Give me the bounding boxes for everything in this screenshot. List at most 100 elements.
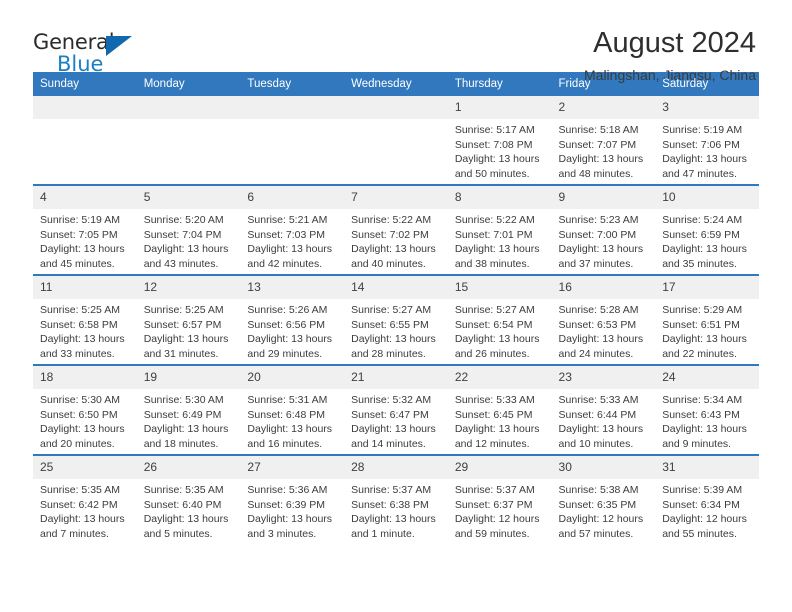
sunset-text: Sunset: 6:57 PM <box>143 318 222 331</box>
day-cell[interactable]: 9 Sunrise: 5:23 AM Sunset: 7:00 PM Daylight… <box>551 184 656 275</box>
sunrise-text: Sunrise: 5:32 AM <box>351 394 432 406</box>
sunrise-text: Sunrise: 5:18 AM <box>558 124 639 136</box>
day-cell[interactable] <box>33 96 137 185</box>
day-details: Sunrise: 5:19 AM Sunset: 7:05 PM Daylight:… <box>33 209 137 271</box>
day-cell[interactable]: 1 Sunrise: 5:17 AM Sunset: 7:08 PM Daylight… <box>447 96 552 185</box>
day-cell[interactable]: 16 Sunrise: 5:28 AM Sunset: 6:53 PM Dayligh… <box>551 274 656 365</box>
daylight-text-line2: and 22 minutes. <box>662 347 737 360</box>
brand-name-top: General <box>33 30 115 54</box>
day-details: Sunrise: 5:19 AM Sunset: 7:06 PM Daylight:… <box>655 119 759 181</box>
day-cell[interactable]: 13 Sunrise: 5:26 AM Sunset: 6:56 PM Dayligh… <box>240 274 345 365</box>
day-cell[interactable]: 17 Sunrise: 5:29 AM Sunset: 6:51 PM Dayligh… <box>655 274 759 365</box>
day-cell[interactable]: 11 Sunrise: 5:25 AM Sunset: 6:58 PM Dayligh… <box>33 274 137 365</box>
daylight-text-line1: Daylight: 13 hours <box>143 423 229 436</box>
day-number: 3 <box>655 96 759 119</box>
day-cell[interactable]: 6 Sunrise: 5:21 AM Sunset: 7:03 PM Daylight… <box>240 184 345 275</box>
daylight-text-line1: Daylight: 13 hours <box>558 243 644 256</box>
daylight-text-line1: Daylight: 13 hours <box>558 333 644 346</box>
sunrise-text: Sunrise: 5:26 AM <box>247 304 328 316</box>
day-cell[interactable] <box>136 96 241 185</box>
sunset-text: Sunset: 6:37 PM <box>454 498 533 511</box>
day-cell[interactable]: 23 Sunrise: 5:33 AM Sunset: 6:44 PM Dayligh… <box>551 364 656 455</box>
sunset-text: Sunset: 6:51 PM <box>662 318 740 331</box>
daylight-text-line1: Daylight: 13 hours <box>143 513 229 526</box>
day-cell[interactable]: 12 Sunrise: 5:25 AM Sunset: 6:57 PM Dayligh… <box>136 274 241 365</box>
daylight-text-line2: and 24 minutes. <box>558 347 634 360</box>
day-details: Sunrise: 5:24 AM Sunset: 6:59 PM Daylight:… <box>655 209 759 271</box>
daylight-text-line2: and 26 minutes. <box>454 347 530 360</box>
day-cell[interactable]: 20 Sunrise: 5:31 AM Sunset: 6:48 PM Dayligh… <box>240 364 345 455</box>
day-details: Sunrise: 5:39 AM Sunset: 6:34 PM Daylight:… <box>655 479 759 541</box>
day-cell[interactable]: 18 Sunrise: 5:30 AM Sunset: 6:50 PM Dayligh… <box>33 364 137 455</box>
daylight-text-line1: Daylight: 13 hours <box>454 333 540 346</box>
day-cell[interactable]: 21 Sunrise: 5:32 AM Sunset: 6:47 PM Dayligh… <box>344 364 448 455</box>
day-cell[interactable]: 25 Sunrise: 5:35 AM Sunset: 6:42 PM Dayligh… <box>33 454 137 544</box>
daylight-text-line2: and 47 minutes. <box>662 167 737 180</box>
day-number: 6 <box>240 186 345 209</box>
day-cell[interactable]: 26 Sunrise: 5:35 AM Sunset: 6:40 PM Dayligh… <box>136 454 241 544</box>
sunrise-text: Sunrise: 5:27 AM <box>454 304 535 316</box>
sunset-text: Sunset: 6:43 PM <box>662 408 740 421</box>
daylight-text-line2: and 18 minutes. <box>143 437 219 450</box>
day-cell[interactable]: 5 Sunrise: 5:20 AM Sunset: 7:04 PM Daylight… <box>136 184 241 275</box>
week-row: 11 Sunrise: 5:25 AM Sunset: 6:58 PM Dayligh… <box>33 274 759 365</box>
day-cell[interactable]: 22 Sunrise: 5:33 AM Sunset: 6:45 PM Dayligh… <box>447 364 552 455</box>
day-cell[interactable]: 31 Sunrise: 5:39 AM Sunset: 6:34 PM Dayligh… <box>655 454 759 544</box>
day-cell[interactable] <box>344 96 448 185</box>
day-details: Sunrise: 5:30 AM Sunset: 6:50 PM Daylight:… <box>33 389 137 451</box>
day-cell[interactable]: 19 Sunrise: 5:30 AM Sunset: 6:49 PM Dayligh… <box>136 364 241 455</box>
day-details: Sunrise: 5:20 AM Sunset: 7:04 PM Daylight:… <box>137 209 241 271</box>
brand-name-bottom: Blue <box>57 52 104 76</box>
day-details: Sunrise: 5:30 AM Sunset: 6:49 PM Daylight:… <box>137 389 241 451</box>
sunrise-text: Sunrise: 5:23 AM <box>558 214 639 226</box>
day-cell[interactable]: 15 Sunrise: 5:27 AM Sunset: 6:54 PM Dayligh… <box>447 274 552 365</box>
day-details: Sunrise: 5:21 AM Sunset: 7:03 PM Daylight:… <box>240 209 344 271</box>
day-details: Sunrise: 5:27 AM Sunset: 6:55 PM Daylight:… <box>344 299 448 361</box>
day-cell[interactable]: 7 Sunrise: 5:22 AM Sunset: 7:02 PM Daylight… <box>344 184 448 275</box>
day-number: 10 <box>655 186 759 209</box>
day-cell[interactable]: 8 Sunrise: 5:22 AM Sunset: 7:01 PM Daylight… <box>447 184 552 275</box>
day-cell[interactable]: 10 Sunrise: 5:24 AM Sunset: 6:59 PM Dayligh… <box>655 184 759 275</box>
sunset-text: Sunset: 6:54 PM <box>454 318 533 331</box>
day-cell[interactable]: 29 Sunrise: 5:37 AM Sunset: 6:37 PM Dayligh… <box>447 454 552 544</box>
day-cell[interactable]: 27 Sunrise: 5:36 AM Sunset: 6:39 PM Dayligh… <box>240 454 345 544</box>
brand-logo[interactable]: General Blue <box>33 27 153 75</box>
day-cell[interactable]: 4 Sunrise: 5:19 AM Sunset: 7:05 PM Daylight… <box>33 184 137 275</box>
day-number: 15 <box>447 276 552 299</box>
daylight-text-line2: and 9 minutes. <box>662 437 732 450</box>
day-cell[interactable]: 3 Sunrise: 5:19 AM Sunset: 7:06 PM Daylight… <box>655 96 759 185</box>
day-number: 11 <box>33 276 137 299</box>
sunset-text: Sunset: 7:02 PM <box>351 228 429 241</box>
day-cell[interactable]: 30 Sunrise: 5:38 AM Sunset: 6:35 PM Dayligh… <box>551 454 656 544</box>
daylight-text-line2: and 16 minutes. <box>247 437 323 450</box>
daylight-text-line1: Daylight: 13 hours <box>351 243 436 256</box>
sunset-text: Sunset: 6:40 PM <box>143 498 222 511</box>
sunrise-text: Sunrise: 5:21 AM <box>247 214 328 226</box>
sunset-text: Sunset: 6:55 PM <box>351 318 429 331</box>
sunset-text: Sunset: 7:04 PM <box>143 228 222 241</box>
day-cell[interactable]: 14 Sunrise: 5:27 AM Sunset: 6:55 PM Dayligh… <box>344 274 448 365</box>
sunrise-text: Sunrise: 5:38 AM <box>558 484 639 496</box>
daylight-text-line1: Daylight: 12 hours <box>558 513 644 526</box>
day-cell[interactable]: 28 Sunrise: 5:37 AM Sunset: 6:38 PM Dayligh… <box>344 454 448 544</box>
day-number: 9 <box>551 186 656 209</box>
day-cell[interactable]: 2 Sunrise: 5:18 AM Sunset: 7:07 PM Daylight… <box>551 96 656 185</box>
day-cell[interactable] <box>240 96 345 185</box>
sunrise-text: Sunrise: 5:25 AM <box>40 304 120 316</box>
daylight-text-line2: and 20 minutes. <box>40 437 115 450</box>
sunset-text: Sunset: 7:03 PM <box>247 228 326 241</box>
day-cell[interactable]: 24 Sunrise: 5:34 AM Sunset: 6:43 PM Dayligh… <box>655 364 759 455</box>
daylight-text-line1: Daylight: 13 hours <box>454 423 540 436</box>
sunrise-text: Sunrise: 5:27 AM <box>351 304 432 316</box>
daylight-text-line1: Daylight: 13 hours <box>40 333 125 346</box>
day-number: 27 <box>240 456 345 479</box>
day-details: Sunrise: 5:28 AM Sunset: 6:53 PM Daylight:… <box>552 299 656 361</box>
day-number: 28 <box>344 456 448 479</box>
day-details: Sunrise: 5:25 AM Sunset: 6:58 PM Daylight:… <box>33 299 137 361</box>
day-details: Sunrise: 5:29 AM Sunset: 6:51 PM Daylight:… <box>655 299 759 361</box>
day-details <box>240 119 344 123</box>
daylight-text-line2: and 3 minutes. <box>247 527 317 540</box>
day-details: Sunrise: 5:31 AM Sunset: 6:48 PM Daylight:… <box>240 389 344 451</box>
sunset-text: Sunset: 6:53 PM <box>558 318 637 331</box>
day-details: Sunrise: 5:22 AM Sunset: 7:02 PM Daylight:… <box>344 209 448 271</box>
